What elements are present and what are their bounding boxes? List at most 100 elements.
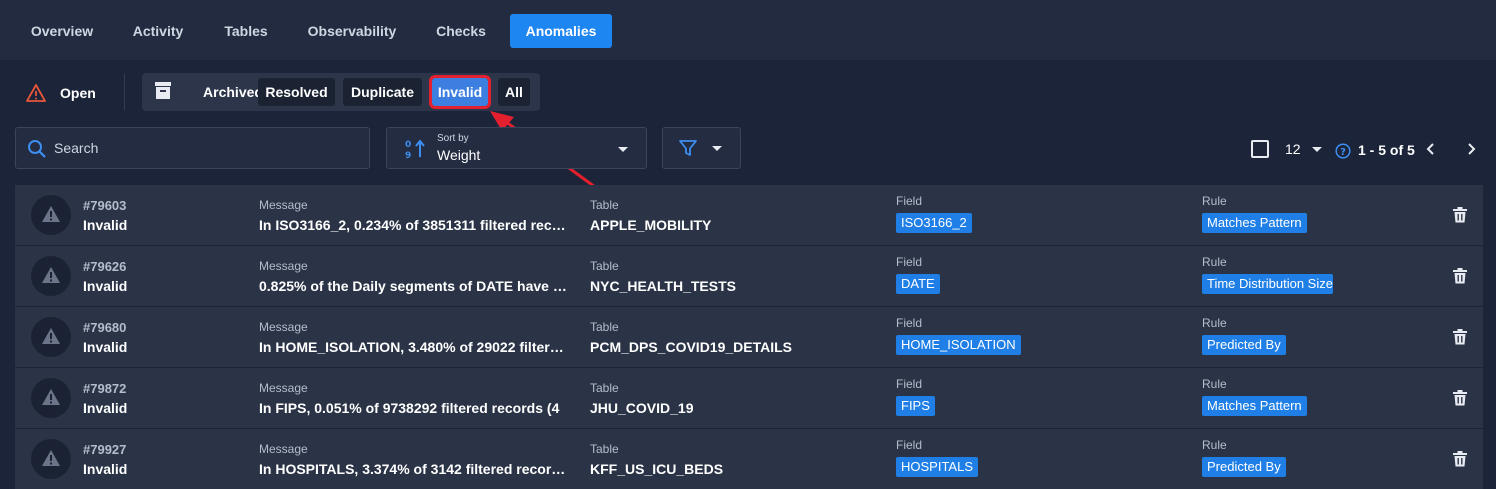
duplicate-button[interactable]: Duplicate — [343, 78, 422, 106]
select-all-checkbox[interactable] — [1251, 140, 1269, 158]
anomaly-status: Invalid — [83, 278, 128, 294]
field-label: Field — [896, 377, 923, 391]
warning-triangle-icon — [42, 450, 60, 466]
table-label: Table — [590, 259, 619, 273]
anomaly-avatar — [31, 439, 71, 479]
open-filter-button[interactable]: Open — [26, 80, 96, 106]
trash-icon[interactable] — [1453, 268, 1467, 284]
svg-text:0: 0 — [405, 140, 411, 150]
anomaly-message: In HOME_ISOLATION, 3.480% of 29022 filte… — [259, 339, 567, 355]
rule-label: Rule — [1202, 255, 1227, 269]
anomaly-row[interactable]: #79872 Invalid Message In FIPS, 0.051% o… — [15, 368, 1483, 428]
anomaly-status: Invalid — [83, 400, 128, 416]
anomaly-table: NYC_HEALTH_TESTS — [590, 278, 736, 294]
rule-chip: Matches Pattern — [1202, 396, 1307, 416]
rule-chip: Matches Pattern — [1202, 213, 1307, 233]
rule-label: Rule — [1202, 316, 1227, 330]
warning-triangle-icon — [42, 206, 60, 222]
tab-activity[interactable]: Activity — [118, 14, 198, 48]
resolved-button[interactable]: Resolved — [258, 78, 335, 106]
field-chip: FIPS — [896, 396, 935, 416]
warning-icon — [26, 84, 46, 102]
anomaly-message: 0.825% of the Daily segments of DATE hav… — [259, 278, 567, 294]
table-label: Table — [590, 198, 619, 212]
anomaly-status: Invalid — [83, 217, 128, 233]
field-chip: HOME_ISOLATION — [896, 335, 1021, 355]
chevron-down-icon[interactable] — [1311, 146, 1323, 154]
warning-triangle-icon — [42, 328, 60, 344]
anomaly-status: Invalid — [83, 339, 128, 355]
rule-label: Rule — [1202, 438, 1227, 452]
all-button[interactable]: All — [498, 78, 530, 106]
anomaly-row[interactable]: #79626 Invalid Message 0.825% of the Dai… — [15, 246, 1483, 306]
chevron-down-icon — [712, 146, 722, 151]
warning-triangle-icon — [42, 389, 60, 405]
trash-icon[interactable] — [1453, 329, 1467, 345]
anomaly-row[interactable]: #79927 Invalid Message In HOSPITALS, 3.3… — [15, 429, 1483, 489]
table-label: Table — [590, 320, 619, 334]
tab-observability[interactable]: Observability — [296, 14, 408, 48]
chevron-left-icon[interactable] — [1425, 142, 1437, 156]
field-chip: DATE — [896, 274, 940, 294]
sort-select[interactable]: 0 9 Sort by Weight — [386, 127, 647, 169]
chevron-right-icon[interactable] — [1465, 142, 1477, 156]
anomaly-table: APPLE_MOBILITY — [590, 217, 712, 233]
message-label: Message — [259, 442, 308, 456]
trash-icon[interactable] — [1453, 390, 1467, 406]
trash-icon[interactable] — [1453, 207, 1467, 223]
table-label: Table — [590, 381, 619, 395]
anomaly-id: #79680 — [83, 320, 127, 335]
sort-value: Weight — [437, 147, 481, 163]
anomaly-avatar — [31, 256, 71, 296]
search-icon — [28, 140, 46, 158]
rule-label: Rule — [1202, 194, 1227, 208]
anomaly-table: KFF_US_ICU_BEDS — [590, 461, 724, 477]
rule-chip: Time Distribution Size — [1202, 274, 1333, 294]
search-input[interactable]: Search — [15, 127, 370, 169]
message-label: Message — [259, 259, 308, 273]
svg-text:9: 9 — [405, 151, 411, 159]
field-chip: ISO3166_2 — [896, 213, 972, 233]
svg-text:?: ? — [1340, 147, 1346, 158]
field-label: Field — [896, 438, 923, 452]
table-label: Table — [590, 442, 619, 456]
field-label: Field — [896, 194, 923, 208]
open-label: Open — [60, 85, 96, 101]
anomaly-table: PCM_DPS_COVID19_DETAILS — [590, 339, 793, 355]
invalid-button[interactable]: Invalid — [429, 75, 491, 109]
field-label: Field — [896, 316, 923, 330]
filter-icon — [679, 140, 697, 156]
anomaly-row[interactable]: #79603 Invalid Message In ISO3166_2, 0.2… — [15, 185, 1483, 245]
sort-icon: 0 9 — [405, 139, 425, 159]
tab-checks[interactable]: Checks — [422, 14, 500, 48]
field-chip: HOSPITALS — [896, 457, 979, 477]
anomaly-status: Invalid — [83, 461, 128, 477]
trash-icon[interactable] — [1453, 451, 1467, 467]
sort-label: Sort by — [437, 133, 469, 144]
per-page-select[interactable]: 12 — [1285, 141, 1301, 157]
anomaly-id: #79626 — [83, 259, 127, 274]
anomaly-avatar — [31, 317, 71, 357]
anomaly-message: In ISO3166_2, 0.234% of 3851311 filtered… — [259, 217, 567, 233]
anomaly-table: JHU_COVID_19 — [590, 400, 694, 416]
filter-button[interactable] — [662, 127, 741, 169]
message-label: Message — [259, 320, 308, 334]
anomaly-avatar — [31, 195, 71, 235]
anomaly-message: In HOSPITALS, 3.374% of 3142 filtered re… — [259, 461, 567, 477]
message-label: Message — [259, 198, 308, 212]
field-label: Field — [896, 255, 923, 269]
top-tab-bar: Overview Activity Tables Observability C… — [0, 0, 1496, 60]
tab-overview[interactable]: Overview — [18, 14, 106, 48]
rule-chip: Predicted By — [1202, 335, 1286, 355]
tab-tables[interactable]: Tables — [210, 14, 282, 48]
anomaly-row[interactable]: #79680 Invalid Message In HOME_ISOLATION… — [15, 307, 1483, 367]
chevron-down-icon — [618, 147, 628, 152]
tab-anomalies[interactable]: Anomalies — [510, 14, 612, 48]
rule-label: Rule — [1202, 377, 1227, 391]
divider — [124, 74, 125, 110]
anomaly-message: In FIPS, 0.051% of 9738292 filtered reco… — [259, 400, 560, 416]
anomaly-id: #79603 — [83, 198, 127, 213]
help-icon[interactable]: ? — [1335, 143, 1351, 159]
archive-icon — [155, 82, 171, 99]
pagination-range: 1 - 5 of 5 — [1358, 142, 1415, 158]
